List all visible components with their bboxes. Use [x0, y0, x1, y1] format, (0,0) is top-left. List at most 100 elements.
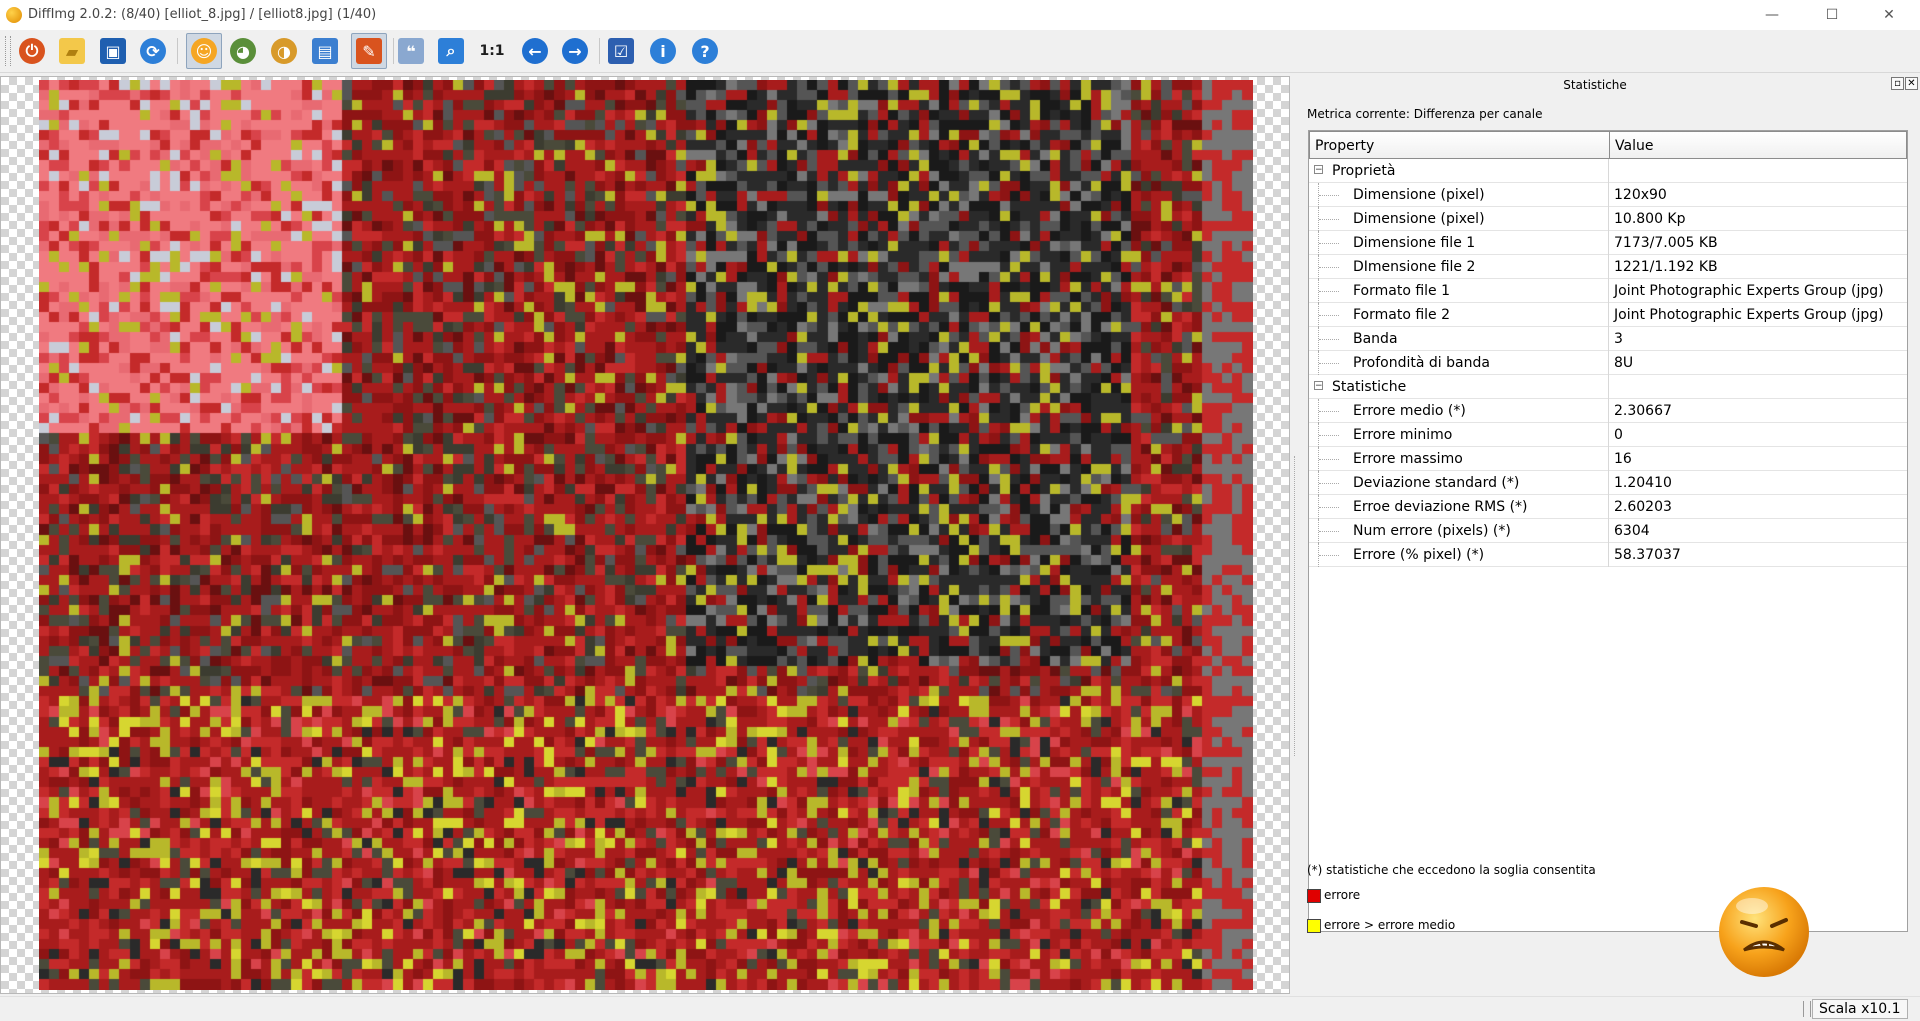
- legend-swatch-red: [1307, 888, 1321, 903]
- stats-footnote: (*) statistiche che eccedono la soglia c…: [1307, 863, 1596, 877]
- minimize-button[interactable]: —: [1749, 0, 1795, 30]
- value-cell: 8U: [1614, 355, 1634, 371]
- close-panel-button[interactable]: ✕: [1905, 77, 1918, 90]
- chat-icon: ❝: [398, 38, 424, 64]
- floppy-icon: ▣: [100, 38, 126, 64]
- property-name: Errore minimo: [1353, 427, 1453, 443]
- folder-icon: ▰: [59, 38, 85, 64]
- table-row[interactable]: Dimensione (pixel) 10.800 Kp: [1309, 207, 1907, 231]
- property-cell: Banda: [1309, 327, 1609, 351]
- property-cell: Deviazione standard (*): [1309, 471, 1609, 495]
- main-toolbar: ⏻ ▰ ▣ ⟳ ☺ ◕ ◑ ▤ ✎ ❝ ⌕ 1:1 ← → ☑ i?: [0, 30, 1920, 73]
- tree-branch: [1319, 435, 1339, 437]
- collapse-icon[interactable]: −: [1314, 381, 1323, 391]
- about-button[interactable]: i: [645, 33, 681, 69]
- group-label: Statistiche: [1332, 379, 1407, 395]
- float-panel-button[interactable]: ▫: [1891, 77, 1904, 90]
- status-bar: Scala x10.1: [0, 996, 1920, 1021]
- quit-button[interactable]: ⏻: [14, 33, 50, 69]
- window-icon: ▤: [312, 38, 338, 64]
- value-cell: 1221/1.192 KB: [1614, 259, 1718, 275]
- table-row[interactable]: Erroe deviazione RMS (*) 2.60203: [1309, 495, 1907, 519]
- tree-branch: [1319, 555, 1339, 557]
- property-cell: Formato file 2: [1309, 303, 1609, 327]
- column-header-value[interactable]: Value: [1609, 131, 1907, 159]
- close-button[interactable]: ✕: [1866, 0, 1912, 30]
- property-name: DImensione file 2: [1353, 259, 1476, 275]
- legend-error-above-mean-label: errore > errore medio: [1324, 918, 1456, 932]
- collapse-icon[interactable]: −: [1314, 165, 1323, 175]
- value-cell: 120x90: [1614, 187, 1667, 203]
- save-button[interactable]: ▣: [95, 33, 131, 69]
- image-view[interactable]: [0, 76, 1290, 994]
- group-value-cell: [1610, 375, 1907, 399]
- mixed-face-icon: ◑: [271, 38, 297, 64]
- legend-error: errore: [1307, 888, 1360, 903]
- highlight-errors-button[interactable]: ✎: [351, 33, 387, 69]
- table-row[interactable]: Errore massimo 16: [1309, 447, 1907, 471]
- toolbar-separator: [177, 38, 178, 64]
- table-row[interactable]: Formato file 2 Joint Photographic Experts…: [1309, 303, 1907, 327]
- table-row[interactable]: Errore (% pixel) (*) 58.37037: [1309, 543, 1907, 567]
- table-row[interactable]: Errore medio (*) 2.30667: [1309, 399, 1907, 423]
- table-row[interactable]: DImensione file 2 1221/1.192 KB: [1309, 255, 1907, 279]
- display-diff-button[interactable]: ☺: [186, 33, 222, 69]
- help-button[interactable]: ?: [687, 33, 723, 69]
- original-size-button[interactable]: 1:1: [474, 33, 510, 69]
- column-header-property[interactable]: Property: [1309, 131, 1610, 159]
- next-button[interactable]: →: [557, 33, 593, 69]
- title-bar: DiffImg 2.0.2: (8/40) [elliot_8.jpg] / […: [0, 0, 1920, 30]
- tree-branch: [1319, 267, 1339, 269]
- legend-swatch-yellow: [1307, 918, 1321, 933]
- table-row[interactable]: Banda 3: [1309, 327, 1907, 351]
- fit-zoom-button[interactable]: ⌕: [433, 33, 469, 69]
- diff-image[interactable]: [39, 80, 1253, 990]
- table-row[interactable]: Deviazione standard (*) 1.20410: [1309, 471, 1907, 495]
- property-cell: Dimensione (pixel): [1309, 183, 1609, 207]
- property-cell: Num errore (pixels) (*): [1309, 519, 1609, 543]
- refresh-icon: ⟳: [140, 38, 166, 64]
- table-row[interactable]: Errore minimo 0: [1309, 423, 1907, 447]
- zoom-icon: ⌕: [438, 38, 464, 64]
- property-cell: Errore medio (*): [1309, 399, 1609, 423]
- preferences-button[interactable]: ☑: [603, 33, 639, 69]
- table-row[interactable]: Dimensione file 1 7173/7.005 KB: [1309, 231, 1907, 255]
- display-mixed-button[interactable]: ◑: [266, 33, 302, 69]
- refresh-button[interactable]: ⟳: [135, 33, 171, 69]
- display-alien-button[interactable]: ◕: [225, 33, 261, 69]
- group-row-statistics[interactable]: − Statistiche: [1309, 375, 1907, 399]
- group-row-properties[interactable]: − Proprietà: [1309, 159, 1907, 183]
- maximize-button[interactable]: ☐: [1809, 0, 1855, 30]
- panel-title-bar: Statistiche ▫ ✕: [1300, 76, 1920, 94]
- scale-label: Scala x10.1: [1812, 999, 1908, 1019]
- checklist-icon: ☑: [608, 38, 634, 64]
- table-row[interactable]: Dimensione (pixel) 120x90: [1309, 183, 1907, 207]
- table-row[interactable]: Num errore (pixels) (*) 6304: [1309, 519, 1907, 543]
- previous-button[interactable]: ←: [517, 33, 553, 69]
- panel-splitter[interactable]: [1292, 76, 1298, 992]
- split-view-button[interactable]: ▤: [307, 33, 343, 69]
- toolbar-grip[interactable]: [5, 36, 11, 66]
- property-name: Errore medio (*): [1353, 403, 1466, 419]
- value-cell: Joint Photographic Experts Group (jpg): [1614, 307, 1884, 323]
- property-name: Dimensione (pixel): [1353, 211, 1485, 227]
- arrow-left-icon: ←: [522, 38, 548, 64]
- property-name: Errore massimo: [1353, 451, 1463, 467]
- value-cell: 3: [1614, 331, 1623, 347]
- property-name: Formato file 1: [1353, 283, 1451, 299]
- sync-views-button[interactable]: ❝: [393, 33, 429, 69]
- property-name: Deviazione standard (*): [1353, 475, 1520, 491]
- tree-branch: [1319, 315, 1339, 317]
- table-row[interactable]: Profondità di banda 8U: [1309, 351, 1907, 375]
- open-folder-button[interactable]: ▰: [54, 33, 90, 69]
- property-cell: Errore (% pixel) (*): [1309, 543, 1609, 567]
- tree-branch: [1319, 195, 1339, 197]
- info-icon: i: [650, 38, 676, 64]
- value-cell: 2.30667: [1614, 403, 1672, 419]
- property-name: Profondità di banda: [1353, 355, 1490, 371]
- panel-title: Statistiche: [1563, 78, 1627, 92]
- property-name: Formato file 2: [1353, 307, 1451, 323]
- app-icon: [6, 7, 22, 23]
- value-cell: Joint Photographic Experts Group (jpg): [1614, 283, 1884, 299]
- table-row[interactable]: Formato file 1 Joint Photographic Experts…: [1309, 279, 1907, 303]
